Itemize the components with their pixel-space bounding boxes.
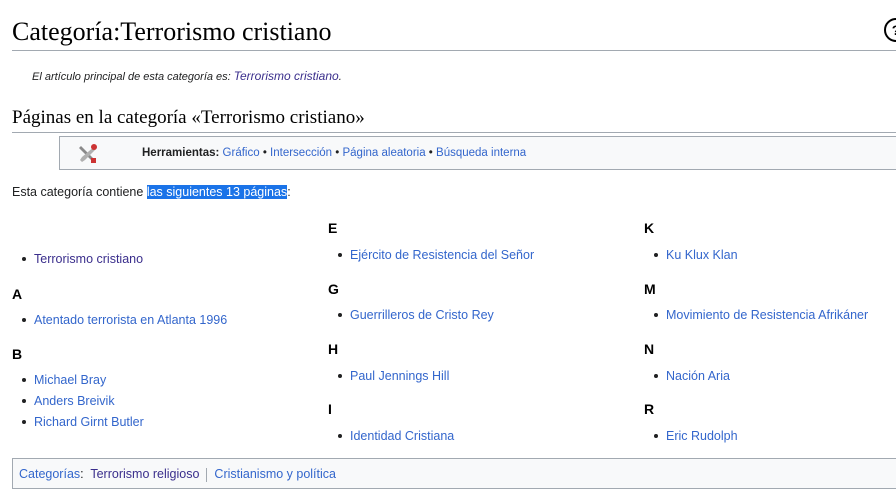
tool-link-grafico[interactable]: Gráfico (223, 147, 260, 159)
categories-colon: : (80, 467, 88, 481)
page-link[interactable]: Eric Rudolph (666, 429, 738, 443)
list-item: Terrorismo cristiano (22, 252, 143, 266)
letter-heading: H (328, 341, 339, 357)
bullet-icon (654, 433, 658, 438)
toolbox-separator: • (425, 147, 437, 159)
page-link[interactable]: Ku Klux Klan (666, 248, 738, 262)
category-intro: Esta categoría contiene las siguientes 1… (12, 185, 291, 199)
hatnote-suffix: . (338, 71, 342, 83)
list-item: Ku Klux Klan (654, 248, 738, 262)
bullet-icon (22, 419, 26, 424)
letter-heading: N (644, 341, 655, 357)
toolbox-separator: • (259, 147, 271, 159)
intro-selected-text[interactable]: las siguientes 13 páginas (146, 185, 288, 199)
list-item: Paul Jennings Hill (338, 369, 449, 383)
section-divider (12, 132, 896, 133)
categories-label-link[interactable]: Categorías (19, 467, 80, 481)
list-item: Eric Rudolph (654, 429, 738, 443)
category-link-terrorismo-religioso[interactable]: Terrorismo religioso (90, 467, 199, 481)
intro-text: Esta categoría contiene (12, 185, 147, 199)
page-link[interactable]: Guerrilleros de Cristo Rey (350, 308, 494, 322)
list-item: Identidad Cristiana (338, 429, 454, 443)
tool-link-pagina-aleatoria[interactable]: Página aleatoria (342, 147, 425, 159)
tools-icon (79, 144, 97, 163)
bullet-icon (22, 256, 26, 261)
bullet-icon (22, 377, 26, 382)
list-item: Anders Breivik (22, 394, 115, 408)
page-link[interactable]: Paul Jennings Hill (350, 369, 449, 383)
main-article-link[interactable]: Terrorismo cristiano (234, 69, 339, 83)
toolbox-label: Herramientas: (142, 147, 220, 159)
page-title: Categoría:Terrorismo cristiano (12, 17, 332, 46)
category-divider (206, 467, 208, 482)
category-link-cristianismo-politica[interactable]: Cristianismo y política (214, 467, 336, 481)
bullet-icon (338, 312, 342, 317)
bullet-icon (22, 398, 26, 403)
letter-heading: E (328, 220, 338, 236)
category-links-box: Categorías: Terrorismo religioso Cristian… (12, 458, 896, 489)
bullet-icon (338, 433, 342, 438)
toolbox-separator: • (332, 147, 343, 159)
bullet-icon (22, 317, 26, 322)
letter-heading: K (644, 220, 655, 236)
page-link[interactable]: Richard Girnt Butler (34, 415, 144, 429)
page-link[interactable]: Nación Aria (666, 369, 730, 383)
bullet-icon (654, 312, 658, 317)
tool-link-interseccion[interactable]: Intersección (270, 147, 332, 159)
list-item: Michael Bray (22, 373, 106, 387)
letter-heading: B (12, 346, 23, 362)
intro-suffix: : (287, 185, 291, 199)
page-link[interactable]: Movimiento de Resistencia Afrikáner (666, 308, 868, 322)
bullet-icon (338, 373, 342, 378)
letter-heading: I (328, 401, 332, 417)
page-link[interactable]: Identidad Cristiana (350, 429, 454, 443)
help-icon[interactable]: ? (884, 18, 896, 42)
toolbox-links: Herramientas: Gráfico • Intersección • P… (142, 147, 526, 159)
page-link[interactable]: Terrorismo cristiano (34, 252, 143, 266)
toolbox: Herramientas: Gráfico • Intersección • P… (59, 136, 896, 170)
page-link[interactable]: Ejército de Resistencia del Señor (350, 248, 534, 262)
letter-heading: G (328, 281, 339, 297)
page-link[interactable]: Anders Breivik (34, 394, 115, 408)
bullet-icon (654, 373, 658, 378)
page-link[interactable]: Michael Bray (34, 373, 106, 387)
letter-heading: A (12, 286, 23, 302)
list-item: Nación Aria (654, 369, 730, 383)
letter-heading: R (644, 401, 655, 417)
title-divider (12, 50, 896, 51)
letter-heading: M (644, 281, 656, 297)
tool-link-busqueda-interna[interactable]: Búsqueda interna (436, 147, 526, 159)
bullet-icon (338, 252, 342, 257)
main-article-hatnote: El artículo principal de esta categoría … (32, 69, 342, 83)
list-item: Guerrilleros de Cristo Rey (338, 308, 494, 322)
list-item: Ejército de Resistencia del Señor (338, 248, 534, 262)
bullet-icon (654, 252, 658, 257)
page-link[interactable]: Atentado terrorista en Atlanta 1996 (34, 313, 227, 327)
list-item: Movimiento de Resistencia Afrikáner (654, 308, 868, 322)
list-item: Atentado terrorista en Atlanta 1996 (22, 313, 227, 327)
section-heading: Páginas en la categoría «Terrorismo cris… (12, 107, 365, 128)
hatnote-text: El artículo principal de esta categoría … (32, 71, 234, 83)
list-item: Richard Girnt Butler (22, 415, 144, 429)
